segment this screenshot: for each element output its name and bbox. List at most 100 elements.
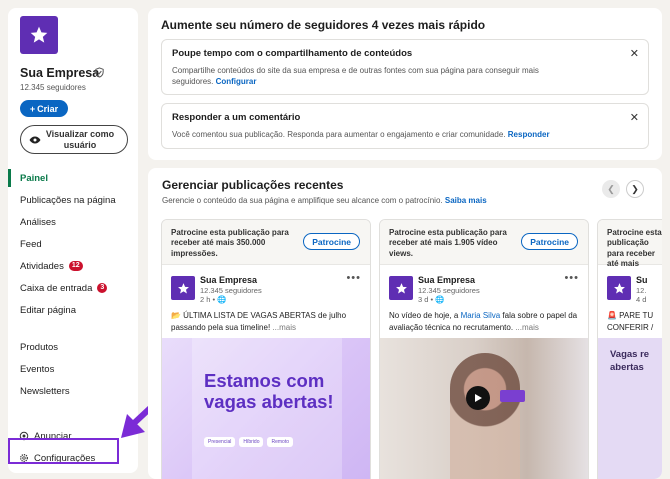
post-card: Patrocine esta publicação para receber a…: [161, 219, 371, 479]
post-author-name[interactable]: Su: [636, 275, 648, 285]
star-icon: [613, 282, 625, 293]
learn-more-link[interactable]: Saiba mais: [445, 196, 487, 205]
post-card: Patrocine esta publicação para receber a…: [379, 219, 589, 479]
sponsor-button[interactable]: Patrocine: [303, 233, 360, 250]
verified-shield-icon: [95, 67, 104, 78]
globe-icon: 🌐: [435, 295, 445, 304]
sponsor-button[interactable]: Patrocine: [521, 233, 578, 250]
company-name: Sua Empresa: [20, 66, 100, 80]
create-button-label: Criar: [37, 103, 59, 114]
post-author-followers: 12.: [636, 286, 647, 295]
post-author-logo[interactable]: [607, 276, 631, 300]
sidebar-item-label: Painel: [20, 172, 48, 184]
star-icon: [177, 282, 189, 293]
post-body: 🚨 PARE TU CONFERIR /: [607, 311, 654, 332]
growth-card: Aumente seu número de seguidores 4 vezes…: [148, 8, 662, 160]
sponsor-bar: Patrocine esta publicação para receber a…: [162, 220, 370, 265]
globe-icon: 🌐: [217, 295, 227, 304]
plus-icon: +: [29, 103, 36, 114]
more-options-icon[interactable]: •••: [564, 272, 579, 284]
sponsor-text: Patrocine esta publicação para receber a…: [389, 228, 507, 258]
post-author-logo[interactable]: [389, 276, 413, 300]
image-tag: Híbrido: [239, 437, 264, 447]
sidebar-item-label: Eventos: [20, 363, 55, 375]
play-button-icon[interactable]: [466, 386, 490, 410]
sidebar-item-publicacoes[interactable]: Publicações na página: [8, 189, 138, 211]
post-text: 📂 ÚLTIMA LISTA DE VAGAS ABERTAS de julho…: [171, 310, 366, 333]
post-image[interactable]: Estamos com vagas abertas! Presencial Hí…: [162, 338, 370, 479]
notice-body: Você comentou sua publicação. Responda p…: [172, 130, 506, 139]
notice-share-content: Poupe tempo com o compartilhamento de co…: [161, 39, 649, 95]
post-author-name[interactable]: Sua Empresa: [200, 275, 257, 285]
post-author-followers: 12.345 seguidores: [200, 286, 262, 295]
sidebar-item-label: Atividades: [20, 260, 64, 272]
posts-title: Gerenciar publicações recentes: [162, 178, 344, 192]
sidebar-item-label: Feed: [20, 238, 42, 250]
sidebar-item-label: Publicações na página: [20, 194, 116, 206]
sidebar-item-editar-pagina[interactable]: Editar página: [8, 299, 138, 321]
reply-link[interactable]: Responder: [508, 130, 550, 139]
post-timestamp: 3 d • 🌐: [418, 295, 445, 304]
sidebar-item-eventos[interactable]: Eventos: [8, 358, 138, 380]
notice-text: Compartilhe conteúdos do site da sua emp…: [172, 65, 572, 87]
chevron-right-icon: ❯: [631, 183, 639, 194]
post-time: 4 d: [636, 295, 647, 304]
sidebar-item-produtos[interactable]: Produtos: [8, 336, 138, 358]
notification-badge: 3: [97, 283, 108, 293]
post-image[interactable]: Vagas re abertas: [598, 338, 662, 479]
post-text: No vídeo de hoje, a Maria Silva fala sob…: [389, 310, 584, 333]
sidebar-item-label: Editar página: [20, 304, 76, 316]
sponsor-bar: Patrocine esta publicação para receber a…: [598, 220, 662, 268]
view-as-member-label: Visualizar como usuário: [45, 129, 115, 150]
recent-posts-card: Gerenciar publicações recentes Gerencie …: [148, 168, 662, 479]
video-background-sign: [500, 390, 525, 402]
image-tags: Presencial Híbrido Remoto: [204, 437, 293, 447]
post-body: 📂 ÚLTIMA LISTA DE VAGAS ABERTAS de julho…: [171, 311, 347, 332]
sidebar-item-atividades[interactable]: Atividades 12: [8, 255, 138, 277]
post-card: Patrocine esta publicação para receber a…: [597, 219, 662, 479]
notice-title: Poupe tempo com o compartilhamento de co…: [172, 48, 413, 59]
close-icon[interactable]: ✕: [630, 111, 639, 124]
carousel-next-button[interactable]: ❯: [626, 180, 644, 198]
notice-reply-comment: Responder a um comentário Você comentou …: [161, 103, 649, 149]
mention-link[interactable]: Maria Silva: [461, 311, 501, 320]
post-timestamp: 2 h • 🌐: [200, 295, 227, 304]
sidebar-item-label: Produtos: [20, 341, 59, 353]
close-icon[interactable]: ✕: [630, 47, 639, 60]
notification-badge: 12: [68, 261, 83, 271]
more-options-icon[interactable]: •••: [346, 272, 361, 284]
post-author-followers: 12.345 seguidores: [418, 286, 480, 295]
notice-title: Responder a um comentário: [172, 112, 301, 123]
view-as-member-button[interactable]: Visualizar como usuário: [20, 125, 128, 154]
company-logo[interactable]: [20, 16, 58, 54]
sponsor-text: Patrocine esta publicação para receber a…: [171, 228, 289, 258]
play-icon: [475, 394, 482, 402]
sidebar-item-label: Caixa de entrada: [20, 282, 93, 294]
eye-icon: [29, 136, 41, 143]
image-headline: Vagas re abertas: [610, 349, 650, 374]
sidebar-item-feed[interactable]: Feed: [8, 233, 138, 255]
image-tag: Remoto: [267, 437, 293, 447]
post-author-name[interactable]: Sua Empresa: [418, 275, 475, 285]
star-icon: [395, 282, 407, 293]
nav-divider: [8, 321, 138, 336]
sidebar-nav: Painel Publicações na página Análises Fe…: [8, 167, 138, 402]
sponsor-bar: Patrocine esta publicação para receber a…: [380, 220, 588, 265]
sidebar-item-label: Análises: [20, 216, 56, 228]
sidebar-item-analises[interactable]: Análises: [8, 211, 138, 233]
carousel-prev-button[interactable]: ❮: [602, 180, 620, 198]
configure-link[interactable]: Configurar: [216, 77, 257, 86]
post-video[interactable]: [380, 338, 588, 479]
growth-title: Aumente seu número de seguidores 4 vezes…: [161, 18, 486, 32]
sidebar-item-painel[interactable]: Painel: [8, 167, 138, 189]
create-button[interactable]: + Criar: [20, 100, 68, 117]
post-text: 🚨 PARE TU CONFERIR /: [607, 310, 662, 333]
post-author-logo[interactable]: [171, 276, 195, 300]
see-more-link[interactable]: ...mais: [272, 323, 296, 332]
sponsor-text: Patrocine esta publicação para receber a…: [607, 228, 662, 269]
sidebar-item-label: Newsletters: [20, 385, 70, 397]
post-time: 3 d •: [418, 295, 434, 304]
image-headline: Estamos com vagas abertas!: [204, 370, 334, 413]
see-more-link[interactable]: ...mais: [515, 323, 539, 332]
sidebar-item-caixa-de-entrada[interactable]: Caixa de entrada 3: [8, 277, 138, 299]
